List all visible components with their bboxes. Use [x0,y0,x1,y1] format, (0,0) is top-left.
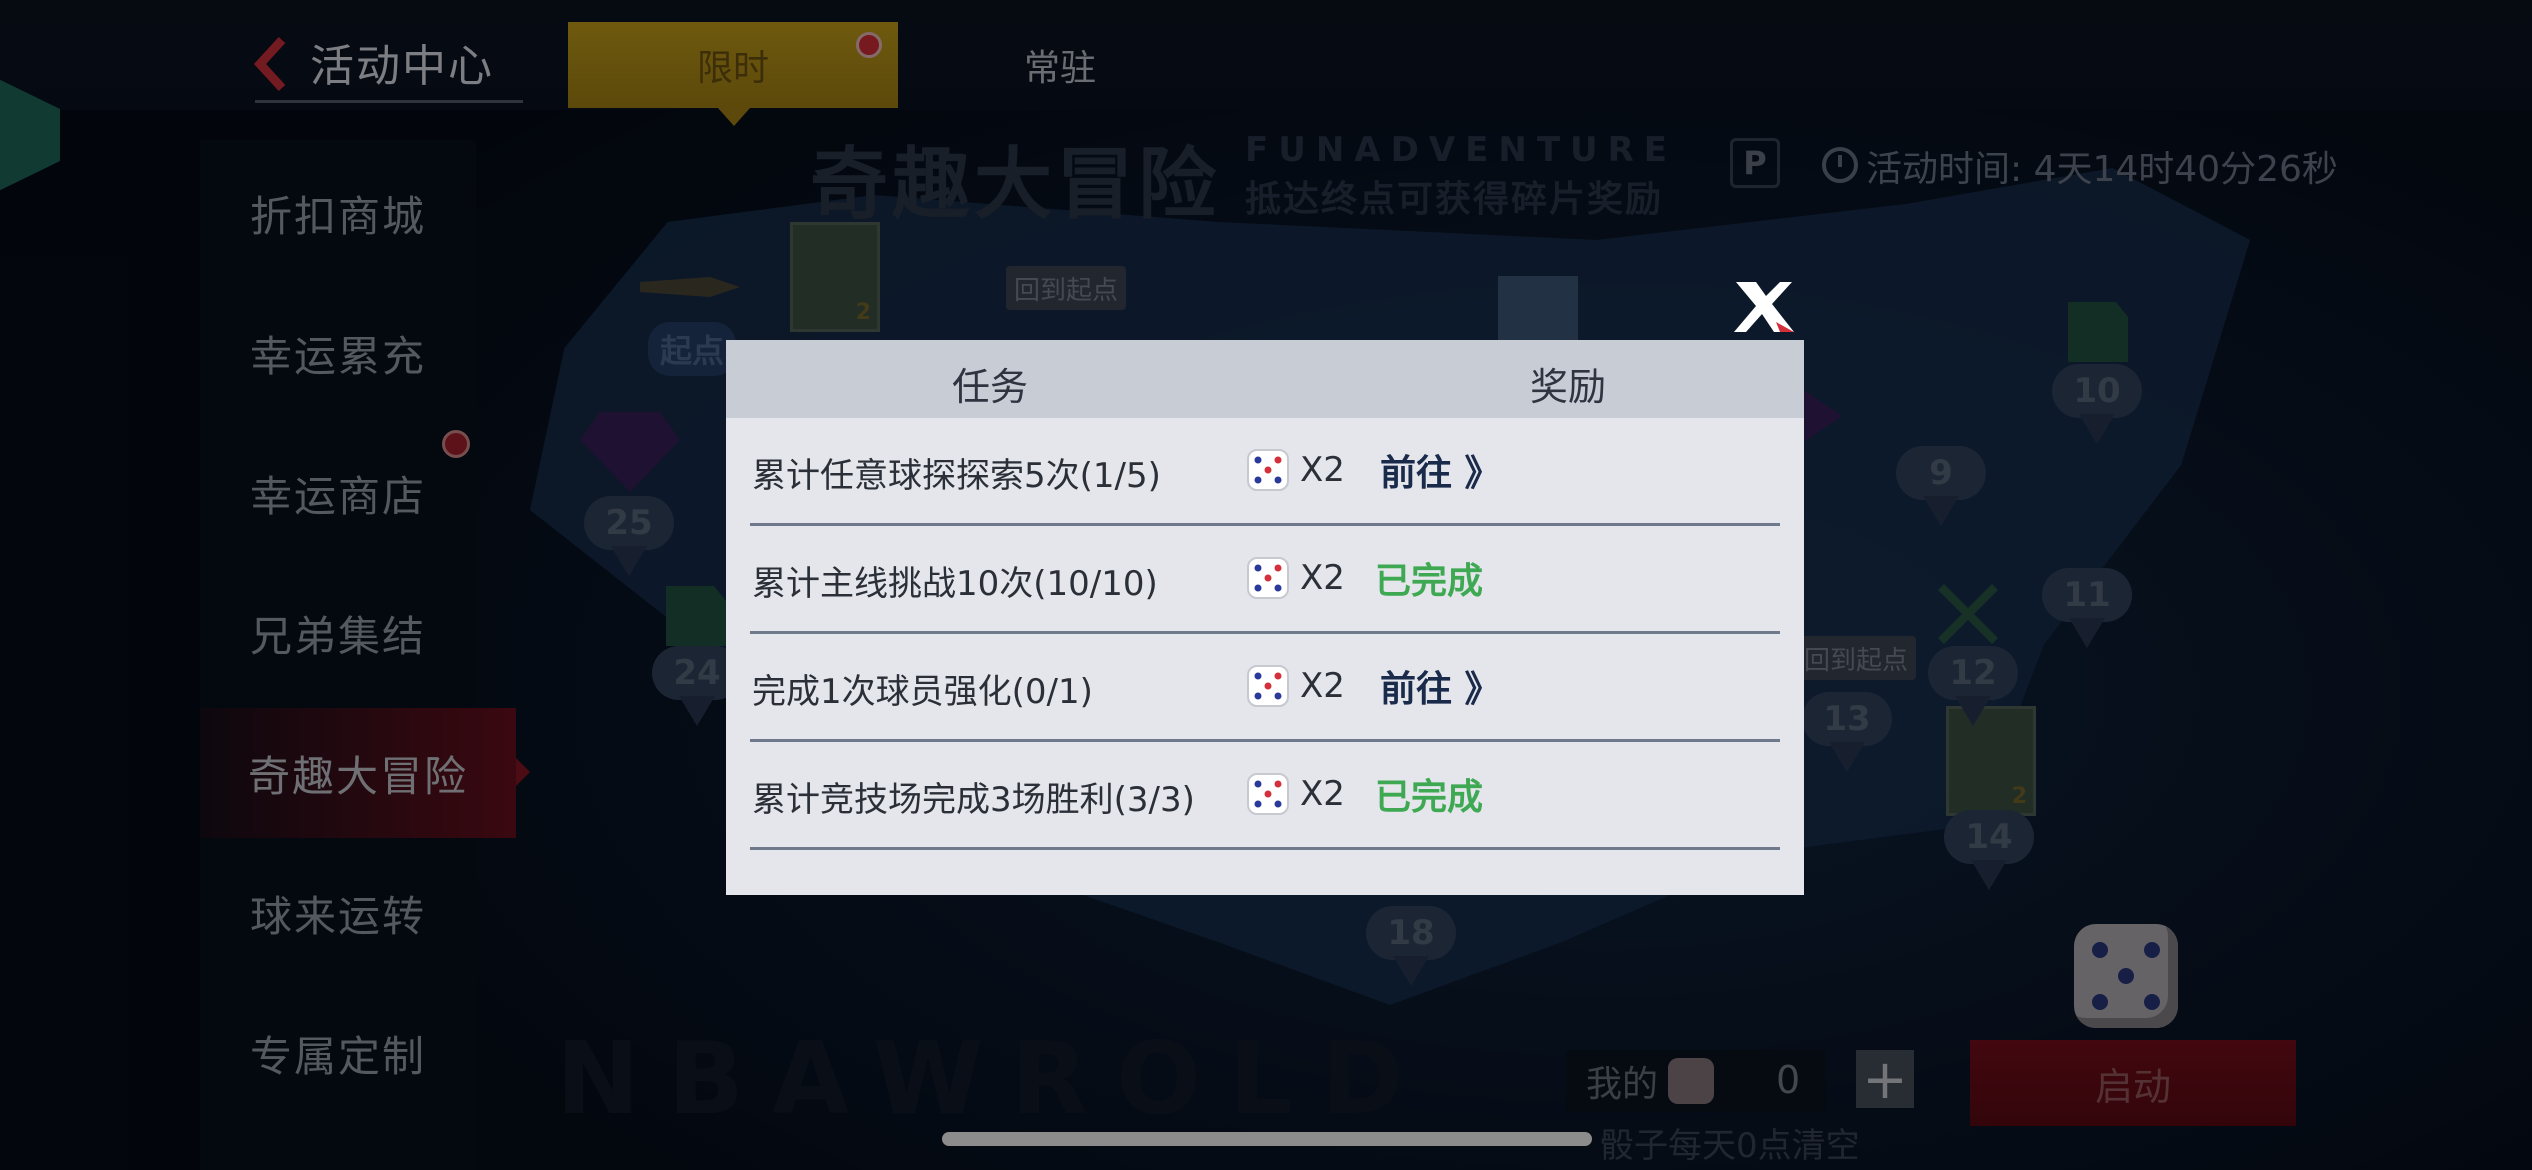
reward-multiplier: X2 [1300,558,1345,598]
reward-multiplier: X2 [1300,774,1345,814]
dice-icon [1247,449,1289,491]
task-name: 累计任意球探探索5次(1/5) [752,456,1161,496]
dice-icon [1247,665,1289,707]
task-modal: 任务 奖励 累计任意球探探索5次(1/5) X2 前往 》 累计主线挑战10次(… [726,340,1804,895]
task-row: 累计主线挑战10次(10/10) X2 已完成 [750,526,1780,634]
task-name: 累计主线挑战10次(10/10) [752,564,1158,604]
close-icon[interactable] [1732,278,1796,334]
task-name: 累计竞技场完成3场胜利(3/3) [752,780,1195,820]
column-header-task: 任务 [952,365,1029,409]
go-button[interactable]: 前往 》 [1380,660,1501,712]
completed-status: 已完成 [1375,561,1484,602]
dice-icon [1247,773,1289,815]
go-button[interactable]: 前往 》 [1380,444,1501,496]
task-row: 累计任意球探探索5次(1/5) X2 前往 》 [750,418,1780,526]
task-table-header: 任务 奖励 [726,340,1804,418]
task-name: 完成1次球员强化(0/1) [752,672,1093,712]
completed-status: 已完成 [1375,777,1484,818]
reward-multiplier: X2 [1300,450,1345,490]
dice-icon [1247,557,1289,599]
task-row: 完成1次球员强化(0/1) X2 前往 》 [750,634,1780,742]
column-header-reward: 奖励 [1530,365,1607,409]
task-row: 累计竞技场完成3场胜利(3/3) X2 已完成 [750,742,1780,850]
reward-multiplier: X2 [1300,666,1345,706]
